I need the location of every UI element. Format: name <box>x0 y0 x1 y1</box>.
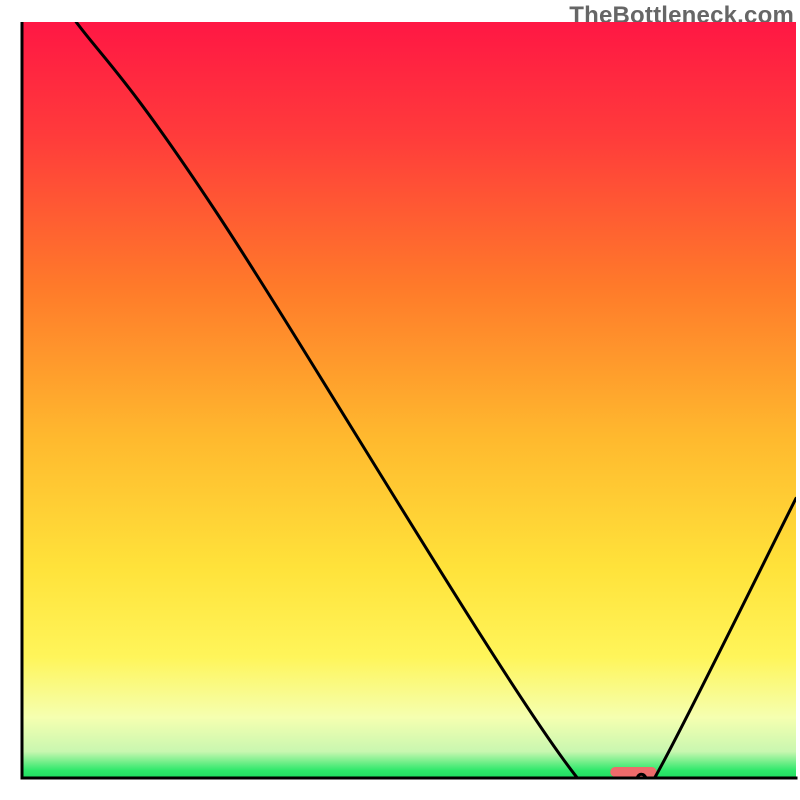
optimal-marker <box>610 767 656 777</box>
bottleneck-plot <box>0 22 800 800</box>
gradient-background <box>22 22 796 778</box>
chart-canvas: TheBottleneck.com <box>0 0 800 800</box>
